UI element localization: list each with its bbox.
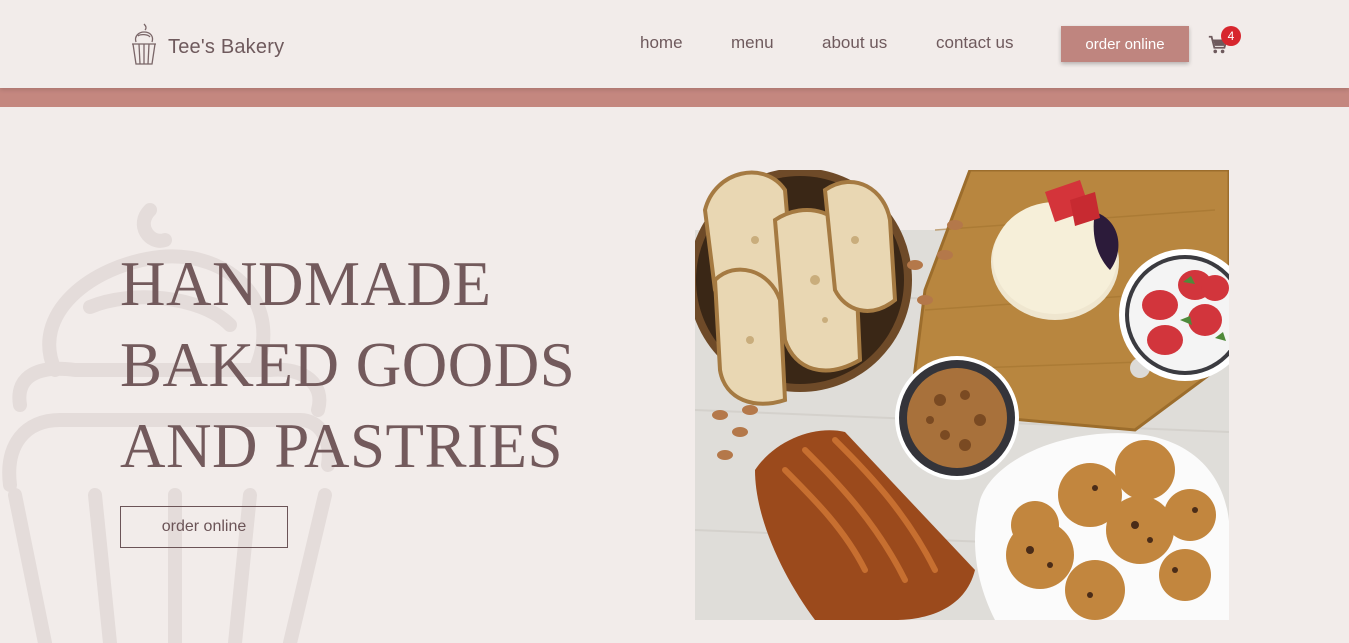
order-online-button[interactable]: order online [1061, 26, 1189, 62]
nav-menu[interactable]: menu [731, 33, 774, 53]
hero-headline: HANDMADE BAKED GOODS AND PASTRIES [120, 244, 575, 487]
nav-about-us[interactable]: about us [822, 33, 887, 53]
nav-contact-us[interactable]: contact us [936, 33, 1014, 53]
hero-image [695, 170, 1229, 620]
hero-order-online-button[interactable]: order online [120, 506, 288, 548]
accent-bar [0, 88, 1349, 107]
headline-line-2: BAKED GOODS [120, 330, 576, 400]
cupcake-icon [128, 22, 160, 71]
headline-line-1: HANDMADE [120, 249, 492, 319]
cart-count-badge: 4 [1221, 26, 1241, 46]
brand-logo[interactable]: Tee's Bakery [128, 22, 284, 71]
nav-home[interactable]: home [640, 33, 683, 53]
headline-line-3: AND PASTRIES [120, 411, 564, 481]
brand-name: Tee's Bakery [168, 36, 285, 58]
site-header: Tee's Bakery home menu about us contact … [0, 0, 1349, 88]
